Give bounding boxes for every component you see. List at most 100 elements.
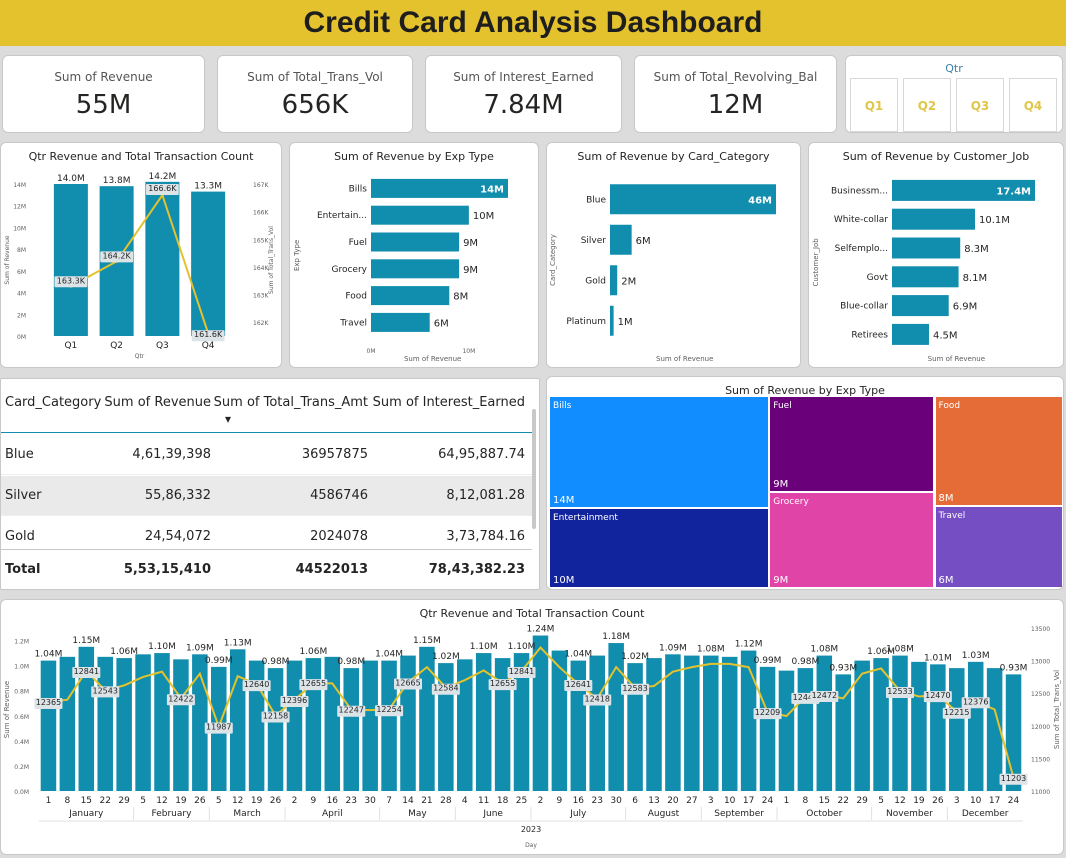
treemap-tile-label: Fuel bbox=[773, 401, 792, 411]
x-tick-label: 12 bbox=[894, 796, 905, 806]
bar bbox=[759, 666, 776, 791]
bar-data-label: 1.24M bbox=[527, 625, 555, 635]
slicer-option-q4[interactable]: Q4 bbox=[1009, 78, 1057, 132]
exp-chart-svg: Bills 14M Entertain... 10M Fuel 9M Grocery 9M Fo… bbox=[293, 178, 508, 363]
card-chart-svg: Blue 46M Silver 6M Gold 2M Platinum 1M Card_Cate… bbox=[549, 184, 776, 363]
line-data-label: 11203 bbox=[1001, 774, 1026, 783]
y-axis-label: Exp Type bbox=[293, 240, 301, 271]
x-tick-label: 17 bbox=[743, 796, 754, 806]
sort-desc-icon[interactable]: ▾ bbox=[225, 399, 231, 439]
month-label: July bbox=[569, 809, 587, 819]
y-tick-label: 1.2M bbox=[14, 639, 29, 646]
bar-data-label: 1.02M bbox=[432, 652, 460, 662]
bar bbox=[532, 635, 549, 791]
bar-data-label: 13.3M bbox=[194, 182, 222, 192]
x-tick-label: 0M bbox=[367, 348, 376, 355]
table-scrollbar[interactable] bbox=[532, 409, 536, 529]
x-tick-label: 8 bbox=[65, 796, 71, 806]
bar-data-label: 1.15M bbox=[72, 636, 100, 646]
bar-data-label: 8.3M bbox=[964, 244, 989, 255]
bar-data-label: 13.8M bbox=[103, 176, 131, 186]
bar-data-label: 0.93M bbox=[829, 663, 857, 673]
line-data-label: 12655 bbox=[301, 679, 326, 688]
x-tick-label: 1 bbox=[784, 796, 790, 806]
bar-data-label: 1.09M bbox=[186, 643, 214, 653]
weekly-chart-svg: 0.0M0.2M0.4M0.6M0.8M1.0M1.2M110001150012… bbox=[3, 625, 1061, 849]
x-tick-label: Q3 bbox=[156, 341, 169, 351]
bar bbox=[229, 649, 246, 791]
x-tick-label: 25 bbox=[516, 796, 527, 806]
y2-tick-label: 13500 bbox=[1031, 626, 1050, 633]
category-label: Food bbox=[345, 292, 367, 302]
line-data-label: 12640 bbox=[244, 680, 269, 689]
y-tick-label: 10M bbox=[13, 225, 26, 232]
bar bbox=[892, 655, 908, 791]
bar-data-label: 14.2M bbox=[148, 172, 176, 182]
category-label: Gold bbox=[585, 276, 606, 286]
bar-data-label: 1.04M bbox=[564, 650, 592, 660]
slicer-option-q3[interactable]: Q3 bbox=[956, 78, 1004, 132]
treemap-tile-value: 10M bbox=[553, 575, 575, 586]
bar bbox=[371, 286, 450, 306]
y2-tick-label: 164K bbox=[253, 265, 269, 272]
x-tick-label: 20 bbox=[667, 796, 679, 806]
y-axis-label: Card_Category bbox=[549, 234, 557, 286]
bar bbox=[371, 205, 469, 225]
kpi-card-revolving-bal: Sum of Total_Revolving_Bal 12M bbox=[634, 55, 837, 133]
month-label: December bbox=[962, 809, 1009, 819]
bar bbox=[343, 668, 359, 791]
year-label: 2023 bbox=[521, 825, 541, 834]
month-label: September bbox=[714, 809, 764, 819]
y-tick-label: 2M bbox=[17, 312, 26, 319]
bar bbox=[589, 655, 605, 791]
slicer-option-q2[interactable]: Q2 bbox=[903, 78, 951, 132]
table-total-cell: Total bbox=[5, 562, 41, 577]
x-tick-label: 4 bbox=[462, 796, 468, 806]
category-label: Blue bbox=[586, 195, 606, 205]
x-tick-label: 2 bbox=[292, 796, 298, 806]
bar-data-label: 10.1M bbox=[979, 215, 1010, 226]
x-tick-label: 5 bbox=[878, 796, 884, 806]
x-tick-label: 18 bbox=[497, 796, 509, 806]
treemap-tile-label: Food bbox=[938, 401, 961, 411]
kpi-value: 12M bbox=[707, 90, 764, 120]
month-label: May bbox=[408, 809, 427, 819]
line-data-label: 12665 bbox=[395, 678, 420, 687]
bar-data-label: 1.01M bbox=[924, 653, 952, 663]
column-header: Sum of Total_Trans_Amt bbox=[213, 395, 368, 410]
line-data-label: 12396 bbox=[282, 696, 307, 705]
bar-data-label: 1.10M bbox=[148, 642, 176, 652]
line-data-label: 12583 bbox=[622, 684, 647, 693]
bar bbox=[646, 658, 662, 791]
column-header: Sum of Revenue bbox=[104, 395, 211, 410]
x-tick-label: 22 bbox=[100, 796, 111, 806]
x-tick-label: 14 bbox=[402, 796, 414, 806]
x-tick-label: 11 bbox=[478, 796, 489, 806]
bar-data-label: 1.12M bbox=[735, 640, 763, 650]
line-data-label: 12533 bbox=[887, 687, 912, 696]
bar-data-label: 1.02M bbox=[621, 652, 649, 662]
bar-data-label: 1.03M bbox=[962, 651, 990, 661]
x-tick-label: 16 bbox=[573, 796, 585, 806]
x-tick-label: Q1 bbox=[64, 341, 77, 351]
category-label: Grocery bbox=[332, 265, 368, 275]
y-tick-label: 1.0M bbox=[14, 664, 29, 671]
line-data-label: 12418 bbox=[585, 695, 610, 704]
slicer-option-q1[interactable]: Q1 bbox=[850, 78, 898, 132]
bar bbox=[892, 266, 959, 288]
bar bbox=[173, 659, 189, 791]
kpi-value: 55M bbox=[75, 90, 132, 120]
bar bbox=[362, 660, 378, 791]
x-tick-label: 2 bbox=[538, 796, 544, 806]
table-cell: 4586746 bbox=[310, 488, 368, 503]
treemap-tile-value: 6M bbox=[938, 574, 954, 586]
line-data-label: 12215 bbox=[944, 708, 969, 717]
x-tick-label: Q4 bbox=[202, 341, 215, 351]
y-tick-label: 14M bbox=[13, 182, 26, 189]
bar-data-label: 2M bbox=[621, 276, 636, 287]
table-cell: 55,86,332 bbox=[144, 488, 211, 503]
kpi-card-revenue: Sum of Revenue 55M bbox=[2, 55, 205, 133]
x-tick-label: 17 bbox=[989, 796, 1000, 806]
category-label: Entertain... bbox=[317, 211, 367, 221]
x-tick-label: 26 bbox=[932, 796, 944, 806]
